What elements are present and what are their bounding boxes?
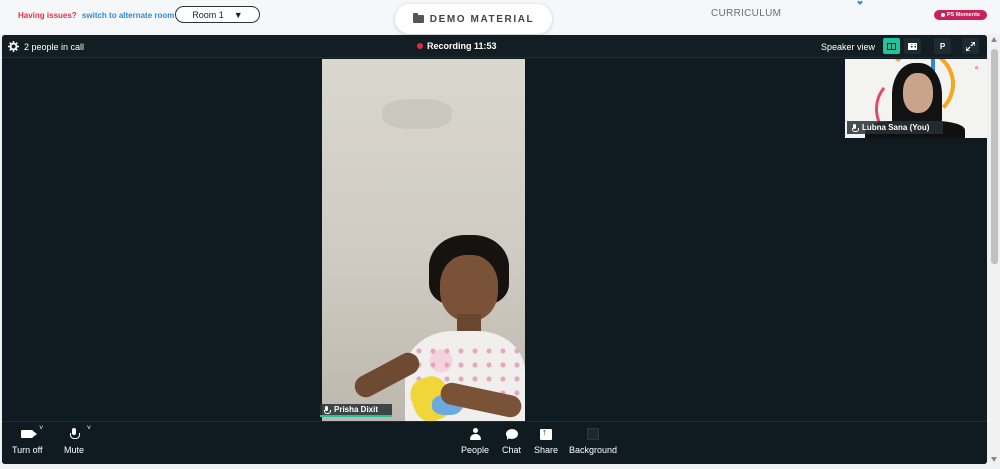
demo-material-button[interactable]: DEMO MATERIAL (395, 4, 552, 34)
people-button[interactable]: People (461, 427, 489, 455)
self-face (903, 73, 933, 113)
chat-button[interactable]: Chat (502, 427, 521, 455)
share-label: Share (534, 445, 559, 455)
microphone-icon (324, 405, 331, 414)
chevron-down-icon[interactable]: ˅ (39, 425, 43, 432)
speaker-view-button[interactable] (883, 38, 900, 54)
grid-view-button[interactable] (904, 38, 921, 54)
wall-shadow (382, 99, 452, 129)
chevron-down-icon: ▼ (233, 9, 243, 20)
vertical-scrollbar[interactable] (989, 35, 1000, 464)
background-icon (587, 428, 600, 440)
turn-off-camera-button[interactable]: ˅ Turn off (12, 425, 43, 455)
expand-icon (966, 41, 975, 51)
main-participant-name: Prisha Dixit (334, 405, 379, 414)
share-button[interactable]: Share (534, 427, 559, 456)
turn-off-label: Turn off (12, 445, 43, 455)
speaker-view-label: Speaker view (821, 42, 876, 52)
people-in-call: 2 people in call (8, 41, 84, 52)
scroll-up-arrow-icon[interactable] (991, 37, 997, 42)
chat-icon (505, 429, 518, 440)
curriculum-tab[interactable]: CURRICULUM (711, 8, 781, 19)
alternate-room-link[interactable]: switch to alternate room (82, 11, 174, 20)
speaker-layout-icon (887, 42, 896, 50)
room-select[interactable]: Room 1 ▼ (175, 6, 260, 23)
video-call-panel: 2 people in call Recording 11:53 Speaker… (2, 35, 987, 464)
mute-button[interactable]: ˅ Mute (64, 425, 91, 455)
call-controls-bar: ˅ Turn off ˅ Mute People Chat Share Back… (2, 421, 987, 464)
ps-moments-button[interactable]: PS Moments (934, 10, 987, 20)
p-button[interactable]: P (934, 38, 951, 54)
self-name-tag: Lubna Sana (You) (847, 121, 943, 134)
self-participant-name: Lubna Sana (You) (862, 123, 930, 132)
people-label: People (461, 445, 490, 455)
chevron-down-icon[interactable]: ˅ (87, 425, 91, 432)
people-icon (469, 427, 481, 441)
background-label: Background (569, 445, 618, 455)
main-participant-video (322, 59, 525, 421)
scroll-down-arrow-icon[interactable] (991, 457, 997, 462)
decorative-mark (857, 0, 863, 5)
issues-banner: Having issues? switch to alternate room (18, 11, 174, 20)
mute-label: Mute (64, 445, 85, 455)
gear-icon[interactable] (8, 41, 19, 52)
fullscreen-button[interactable] (962, 38, 979, 54)
ps-moments-icon (940, 13, 945, 17)
grid-icon (908, 42, 917, 50)
room-select-value: Room 1 (192, 9, 224, 20)
ps-moments-label: PS Moments (946, 12, 980, 18)
microphone-icon (70, 428, 80, 440)
demo-material-label: DEMO MATERIAL (429, 13, 535, 25)
recording-dot-icon (417, 43, 423, 49)
main-participant-name-tag: Prisha Dixit (320, 404, 392, 417)
microphone-icon (852, 123, 859, 132)
scrollbar-thumb[interactable] (991, 49, 998, 264)
recording-status: Recording 11:53 (417, 41, 497, 51)
people-count: 2 people in call (24, 41, 85, 52)
participant-face (440, 255, 498, 321)
chat-label: Chat (502, 445, 522, 455)
background-button[interactable]: Background (569, 427, 617, 455)
logo-icon: ✿ (975, 65, 979, 70)
folder-icon (412, 13, 424, 23)
call-header: 2 people in call Recording 11:53 Speaker… (2, 35, 987, 58)
recording-label: Recording 11:53 (427, 41, 497, 51)
issues-text: Having issues? (18, 11, 77, 20)
share-screen-icon (540, 427, 553, 440)
video-camera-icon (21, 430, 38, 438)
top-bar: Having issues? switch to alternate room … (0, 0, 1000, 34)
